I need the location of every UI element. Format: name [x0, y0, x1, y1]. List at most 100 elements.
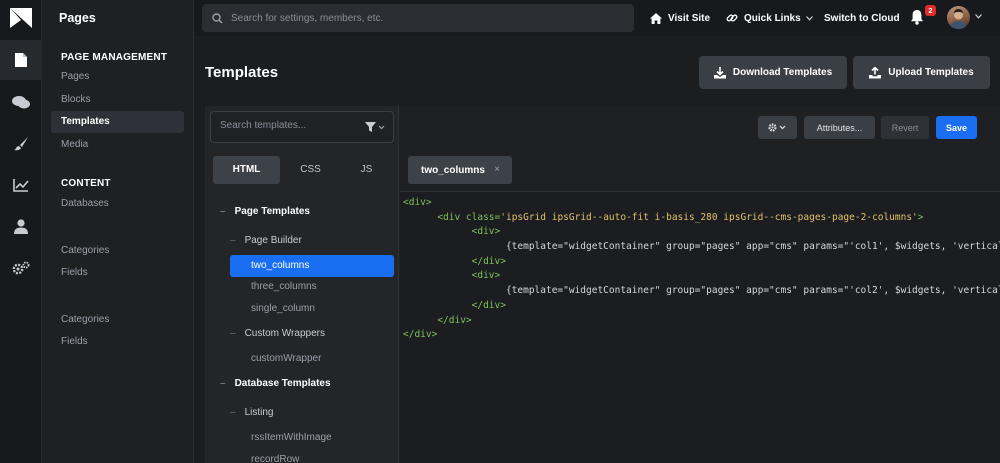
- filter-icon[interactable]: [365, 122, 385, 132]
- upload-templates-label: Upload Templates: [888, 67, 974, 78]
- rail-stats-icon[interactable]: [0, 165, 42, 205]
- sidebar-item-categories[interactable]: Categories: [51, 240, 184, 262]
- tree-label: Listing: [244, 407, 274, 418]
- rail-members-icon[interactable]: [0, 206, 42, 246]
- tree-folder-page-builder[interactable]: – Page Builder: [230, 230, 302, 252]
- sidebar-item-databases[interactable]: Databases: [51, 193, 184, 215]
- tab-html[interactable]: HTML: [213, 156, 280, 184]
- rail-theme-brush-icon[interactable]: [0, 123, 42, 163]
- search-input[interactable]: [231, 12, 611, 24]
- sidebar-item-pages[interactable]: Pages: [51, 66, 184, 88]
- tree-label: Database Templates: [234, 378, 331, 389]
- close-icon[interactable]: ×: [494, 164, 500, 175]
- download-templates-button[interactable]: Download Templates: [699, 56, 847, 89]
- templates-panel: HTML CSS JS –Page Templates –Page Builde…: [205, 106, 1000, 463]
- revert-button[interactable]: Revert: [881, 116, 929, 139]
- sidebar-item-fields[interactable]: Fields: [51, 262, 184, 284]
- code-line: <div class='ipsGrid ipsGrid--auto-fit i-…: [400, 211, 1000, 226]
- section-sidebar: Pages PAGE MANAGEMENT Pages Blocks Templ…: [42, 0, 194, 463]
- sidebar-item-categories[interactable]: Categories: [51, 309, 184, 331]
- editor-settings-button[interactable]: [758, 116, 797, 139]
- tree-item-record-row[interactable]: recordRow: [251, 449, 299, 463]
- upload-templates-button[interactable]: Upload Templates: [853, 56, 990, 89]
- template-search[interactable]: [210, 111, 394, 143]
- visit-site-label: Visit Site: [668, 12, 711, 24]
- open-file-name: two_columns: [421, 164, 485, 176]
- template-tree-column: HTML CSS JS –Page Templates –Page Builde…: [205, 106, 399, 463]
- tree-label: Custom Wrappers: [244, 328, 325, 339]
- code-line: </div>: [400, 299, 1000, 314]
- code-token: >: [917, 211, 924, 223]
- tree-label: Page Builder: [244, 235, 302, 246]
- code-line: <div>: [400, 196, 1000, 211]
- code-token: <div>: [403, 197, 432, 208]
- app-window: Pages PAGE MANAGEMENT Pages Blocks Templ…: [0, 0, 1000, 463]
- code-line: </div>: [400, 255, 1000, 270]
- rail-pages-icon[interactable]: [0, 40, 42, 80]
- rail-settings-gears-icon[interactable]: [0, 248, 42, 288]
- avatar[interactable]: [947, 6, 970, 29]
- tree-folder-page-templates[interactable]: – Page Templates: [220, 201, 310, 223]
- code-line: {template="widgetContainer" group="pages…: [400, 284, 1000, 299]
- code-token: <div>: [471, 270, 501, 282]
- code-editor[interactable]: <div> <div class='ipsGrid ipsGrid--auto-…: [400, 191, 1000, 463]
- code-token: <div>: [471, 226, 501, 238]
- sidebar-item-blocks[interactable]: Blocks: [51, 89, 184, 111]
- tree-label: Page Templates: [234, 206, 310, 217]
- tab-js[interactable]: JS: [333, 156, 400, 184]
- sidebar-item-templates[interactable]: Templates: [51, 111, 184, 133]
- code-token: </div>: [403, 329, 438, 341]
- save-button[interactable]: Save: [936, 116, 977, 139]
- home-icon: [650, 12, 662, 24]
- tree-item-three-columns[interactable]: three_columns: [251, 276, 317, 298]
- page-management-heading: PAGE MANAGEMENT: [61, 52, 168, 63]
- tree-folder-custom-wrappers[interactable]: – Custom Wrappers: [230, 323, 325, 345]
- bell-icon[interactable]: [910, 9, 924, 25]
- code-line: <div>: [400, 269, 1000, 284]
- tree-item-single-column[interactable]: single_column: [251, 298, 315, 320]
- tree-item-rss-item-with-image[interactable]: rssItemWithImage: [251, 427, 332, 449]
- code-line: </div>: [400, 314, 1000, 329]
- page-title: Templates: [205, 64, 279, 81]
- switch-to-cloud-link[interactable]: Switch to Cloud: [824, 10, 900, 26]
- top-bar: Visit Site Quick Links Switch to Cloud 2: [194, 0, 1000, 36]
- tree-item-two-columns[interactable]: two_columns: [230, 255, 394, 277]
- rail-forums-icon[interactable]: [0, 82, 42, 122]
- notification-badge: 2: [925, 5, 936, 16]
- quick-links-menu[interactable]: Quick Links: [726, 10, 813, 26]
- code-line: <div>: [400, 225, 1000, 240]
- chevron-down-icon: [805, 15, 813, 21]
- content-heading: CONTENT: [61, 178, 111, 189]
- code-line: {template="widgetContainer" group="pages…: [400, 240, 1000, 255]
- chevron-down-icon[interactable]: [975, 14, 982, 19]
- logo-icon[interactable]: [9, 7, 33, 29]
- visit-site-link[interactable]: Visit Site: [650, 10, 710, 26]
- code-token: </div>: [471, 299, 506, 311]
- open-file-tab[interactable]: two_columns ×: [408, 156, 512, 184]
- upload-icon: [869, 66, 882, 78]
- code-token: <div class=: [437, 211, 501, 223]
- search-icon: [212, 12, 223, 24]
- editor-column: Attributes... Revert Save two_columns × …: [400, 106, 1000, 463]
- code-token: 'ipsGrid ipsGrid--auto-fit i-basis_280 i…: [500, 211, 918, 223]
- icon-rail: [0, 0, 42, 463]
- code-token: </div>: [437, 314, 472, 326]
- quick-links-label: Quick Links: [744, 12, 801, 24]
- code-token: {template="widgetContainer" group="pages…: [505, 241, 1000, 253]
- global-search[interactable]: [202, 4, 634, 32]
- tree-item-custom-wrapper[interactable]: customWrapper: [251, 348, 321, 370]
- sidebar-item-fields[interactable]: Fields: [51, 331, 184, 353]
- sidebar-item-media[interactable]: Media: [51, 134, 184, 156]
- code-token: {template="widgetContainer" group="pages…: [505, 285, 1000, 297]
- app-title: Pages: [59, 11, 96, 25]
- tree-folder-database-templates[interactable]: – Database Templates: [220, 373, 331, 395]
- link-icon: [726, 14, 738, 22]
- code-token: </div>: [471, 255, 506, 267]
- tree-folder-listing[interactable]: – Listing: [230, 402, 273, 424]
- gear-icon: [768, 123, 786, 132]
- code-line: </div>: [400, 328, 1000, 343]
- download-icon: [713, 66, 726, 78]
- download-templates-label: Download Templates: [732, 67, 833, 78]
- template-search-input[interactable]: [220, 120, 360, 131]
- attributes-button[interactable]: Attributes...: [804, 116, 875, 139]
